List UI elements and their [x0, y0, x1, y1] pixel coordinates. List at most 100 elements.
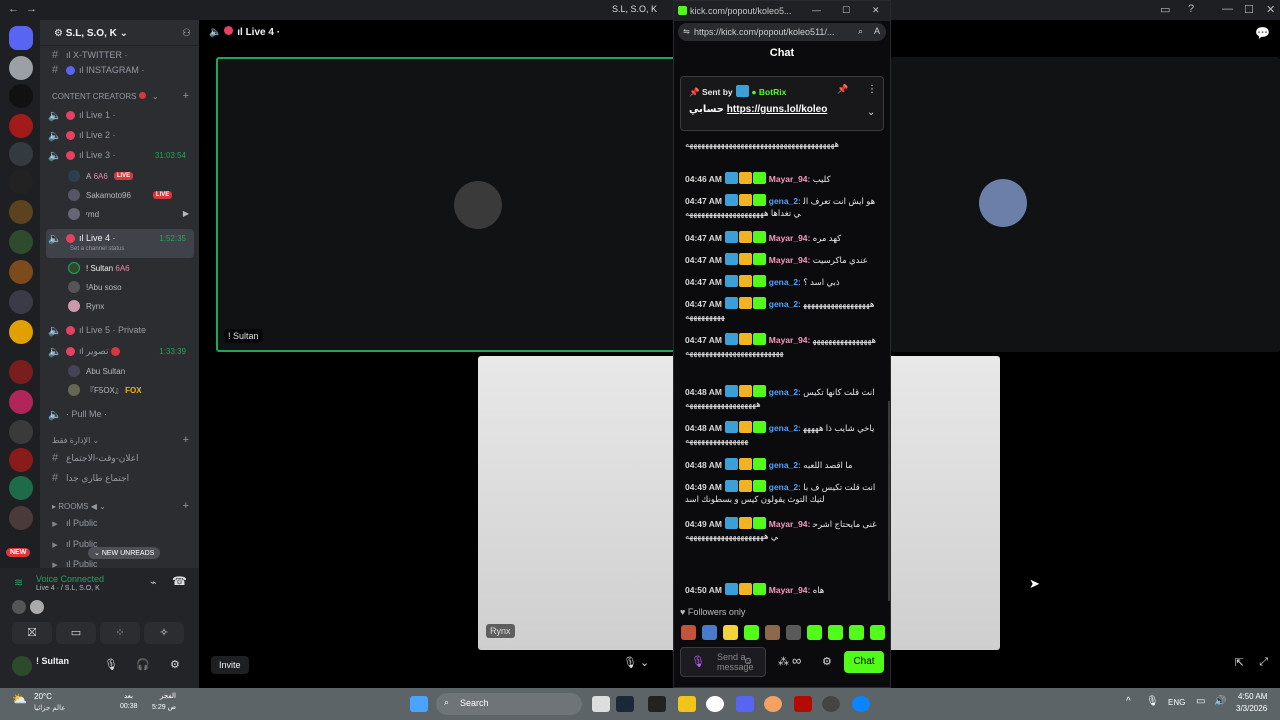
chat-message[interactable]: 04:49 AM gena_2: انت قلت تكيس ف بالتيك ا… — [685, 480, 877, 505]
settings-icon[interactable]: ⚙ — [170, 658, 180, 671]
scrollbar[interactable] — [888, 401, 890, 601]
channel-status[interactable]: Set a channel status — [70, 246, 124, 252]
emote-icon[interactable] — [786, 625, 801, 640]
message-username[interactable]: Mayar_94: — [769, 174, 811, 184]
message-username[interactable]: Mayar_94: — [769, 233, 811, 243]
fullscreen-icon[interactable]: ⤢ — [1259, 656, 1268, 669]
server-icon[interactable] — [9, 390, 33, 414]
chat-message[interactable]: 04:49 AM Mayar_94: غنى مايحتاج اشرحي ههه… — [685, 517, 877, 542]
add-channel-icon[interactable]: + — [183, 500, 189, 512]
channel-live-5[interactable]: 🔈 ıl Live 5 · Private — [48, 321, 194, 339]
message-username[interactable]: gena_2: — [769, 460, 801, 470]
server-icon[interactable] — [9, 230, 33, 254]
chat-message[interactable]: 04:47 AM Mayar_94: كهد مره — [685, 231, 877, 244]
chat-message[interactable]: 04:50 AM Mayar_94: هاه — [685, 583, 877, 596]
server-icon[interactable] — [9, 84, 33, 108]
language-indicator[interactable]: ENG — [1168, 698, 1185, 707]
voice-status[interactable]: Voice Connected — [36, 574, 104, 584]
maximize-icon[interactable]: ☐ — [842, 5, 850, 16]
users-icon[interactable]: ⁂ — [778, 655, 789, 668]
chat-message[interactable]: ههههههههههههههههههههههههههههههههههههههه — [685, 138, 877, 150]
chat-icon[interactable]: 💬 — [1255, 26, 1270, 40]
discord-app-icon[interactable] — [736, 696, 754, 712]
message-username[interactable]: Mayar_94: — [769, 519, 811, 529]
category-admin[interactable]: الإدارة فقط ⌄ — [52, 436, 99, 445]
channel-live-3[interactable]: 🔈 ıl Live 3 · 31:03:54 — [48, 146, 194, 164]
add-channel-icon[interactable]: + — [183, 90, 189, 102]
avatar[interactable] — [12, 656, 32, 676]
add-channel-icon[interactable]: + — [183, 434, 189, 446]
message-username[interactable]: Mayar_94: — [769, 335, 811, 345]
message-username[interactable]: Mayar_94: — [769, 255, 811, 265]
chat-message[interactable]: 04:47 AM gena_2: هو ايش انت تعرف الي تغد… — [685, 194, 877, 219]
minimize-icon[interactable]: — — [1222, 3, 1233, 15]
steam-icon[interactable] — [616, 696, 634, 712]
server-icon[interactable] — [9, 260, 33, 284]
chat-message[interactable]: 04:47 AM gena_2: ههههههههههههههههههههههه… — [685, 297, 877, 322]
server-icon[interactable] — [9, 114, 33, 138]
signal-icon[interactable]: ≋ — [14, 576, 23, 589]
soundboard-button[interactable]: ✧ — [144, 622, 184, 644]
pinned-link[interactable]: https://guns.lol/koleo — [727, 104, 828, 115]
voice-user[interactable]: A 6A6 LIVE — [68, 170, 134, 182]
emote-icon[interactable] — [681, 625, 696, 640]
message-username[interactable]: gena_2: — [769, 482, 801, 492]
camera-button[interactable]: ⛝ — [12, 622, 52, 644]
chat-message[interactable]: 04:47 AM Mayar_94: ههههههههههههههههههههه… — [685, 333, 877, 358]
clock-date[interactable]: 3/3/2026 — [1236, 704, 1267, 713]
mic-tray-icon[interactable]: 🎙 — [1146, 696, 1159, 707]
voice-user[interactable]: ! Sultan 6A6 — [68, 262, 130, 274]
voice-user[interactable]: ʳmd — [68, 208, 99, 220]
chat-message[interactable]: 04:48 AM gena_2: ما اقصد اللعبه — [685, 458, 877, 471]
server-icon[interactable] — [9, 320, 33, 344]
emote-icon[interactable] — [870, 625, 885, 640]
close-icon[interactable]: ✕ — [1266, 3, 1275, 16]
send-chat-button[interactable]: Chat — [844, 651, 884, 673]
server-icon[interactable] — [9, 56, 33, 80]
message-username[interactable]: gena_2: — [769, 299, 801, 309]
task-view-icon[interactable] — [592, 696, 610, 712]
current-user-name[interactable]: ! Sultan — [36, 656, 69, 666]
site-info-icon[interactable]: ⇋ — [683, 27, 690, 36]
server-icon[interactable] — [9, 360, 33, 384]
noise-suppression-icon[interactable]: ⌁ — [150, 576, 157, 589]
weather-temp[interactable]: 20°C — [34, 692, 52, 701]
tray-chevron-icon[interactable]: ^ — [1126, 696, 1131, 707]
chrome-icon[interactable] — [822, 696, 840, 712]
inbox-icon[interactable]: ▭ — [1160, 3, 1170, 16]
voice-user[interactable]: Abu Sultan — [68, 365, 125, 377]
message-username[interactable]: gena_2: — [769, 387, 801, 397]
file-explorer-icon[interactable] — [678, 696, 696, 712]
new-unreads-pill[interactable]: ⌄ NEW UNREADS — [88, 547, 161, 559]
mic-icon[interactable]: 🎙 — [104, 658, 118, 671]
channel-live-1[interactable]: 🔈 ıl Live 1 · — [48, 106, 194, 124]
activities-button[interactable]: ⁘ — [100, 622, 140, 644]
category-rooms[interactable]: ▸ ROOMS ◀ ⌄ — [52, 502, 106, 511]
popout-icon[interactable]: ⇱ — [1235, 656, 1244, 669]
help-icon[interactable]: ? — [1188, 3, 1194, 15]
message-username[interactable]: gena_2: — [769, 277, 801, 287]
network-icon[interactable]: ▭ — [1196, 696, 1205, 707]
message-username[interactable]: gena_2: — [769, 196, 801, 206]
server-icon[interactable] — [9, 476, 33, 500]
back-icon[interactable]: ← — [8, 3, 19, 15]
weather-icon[interactable]: ⛅ — [12, 692, 27, 706]
mic-icon[interactable]: 🎙 ⌄ — [623, 656, 649, 669]
forward-icon[interactable]: → — [26, 3, 37, 15]
chevron-down-icon[interactable]: ⌄ — [867, 107, 875, 118]
chat-message[interactable]: 04:47 AM Mayar_94: عندي ماكرسيت — [685, 253, 877, 266]
reader-icon[interactable]: A — [874, 26, 880, 36]
infinity-icon[interactable]: ∞ — [792, 653, 801, 668]
disconnect-icon[interactable]: ☎ — [172, 574, 187, 588]
channel-live-4[interactable]: 🔈 ıl Live 4 · 1:52:35 — [48, 229, 194, 247]
clock-time[interactable]: 4:50 AM — [1238, 692, 1267, 701]
acrobat-icon[interactable] — [794, 696, 812, 712]
emoji-icon[interactable]: ☺ — [743, 656, 753, 667]
server-icon[interactable] — [9, 290, 33, 314]
voice-user[interactable]: 『F5OX』 FOX — [68, 384, 142, 396]
add-member-icon[interactable]: ⚇ — [182, 28, 191, 39]
chat-message[interactable]: 04:47 AM gena_2: ذبي اسد ؟ — [685, 275, 877, 288]
start-button[interactable] — [410, 696, 428, 712]
emote-icon[interactable] — [828, 625, 843, 640]
emote-icon[interactable] — [744, 625, 759, 640]
